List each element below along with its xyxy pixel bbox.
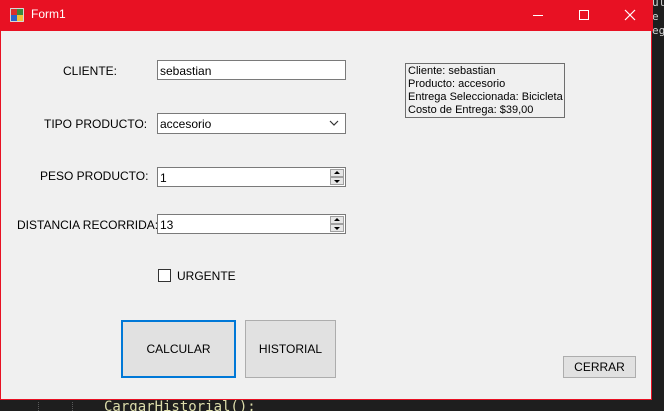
result-line-costo: Costo de Entrega: $39,00 (408, 104, 534, 116)
chevron-down-icon (329, 120, 339, 126)
editor-indent-guide (72, 402, 74, 411)
result-line-cliente: Cliente: sebastian (408, 65, 496, 77)
background-editor-edge: ulL e eg (652, 0, 664, 411)
stepper-down-button[interactable] (330, 224, 344, 232)
result-line-entrega: Entrega Seleccionada: Bicicleta (408, 91, 563, 103)
peso-producto-label: PESO PRODUCTO: (40, 169, 149, 183)
form-window: Form1 CLIENTE: sebastian TIPO PRODUCTO: … (0, 0, 653, 400)
result-line-producto: Producto: accesorio (408, 78, 506, 90)
maximize-button[interactable] (561, 0, 607, 31)
peso-producto-stepper[interactable]: 1 (157, 167, 346, 187)
close-button[interactable] (607, 0, 653, 31)
urgente-checkbox[interactable] (158, 269, 171, 282)
urgente-label[interactable]: URGENTE (177, 269, 236, 283)
cliente-label: CLIENTE: (63, 64, 118, 78)
editor-code-line: CargarHistorial(); (104, 400, 256, 411)
editor-text-line: e (652, 10, 659, 23)
distancia-value: 13 (160, 218, 174, 232)
stepper-up-button[interactable] (330, 216, 344, 224)
title-bar[interactable]: Form1 (1, 0, 653, 31)
stepper-down-button[interactable] (330, 177, 344, 185)
background-editor-bottom: CargarHistorial(); (0, 400, 652, 411)
distancia-label: DISTANCIA RECORRIDA: (17, 218, 159, 232)
close-icon (624, 9, 636, 21)
calcular-button[interactable]: CALCULAR (121, 320, 236, 378)
peso-producto-value: 1 (160, 171, 167, 185)
tipo-producto-select[interactable]: accesorio (157, 113, 346, 134)
editor-text-line: eg (652, 24, 664, 37)
minimize-button[interactable] (515, 0, 561, 31)
window-title: Form1 (31, 7, 66, 21)
cliente-input[interactable]: sebastian (157, 60, 346, 80)
app-icon (10, 8, 24, 22)
stepper-up-button[interactable] (330, 169, 344, 177)
tipo-producto-label: TIPO PRODUCTO: (44, 117, 148, 131)
editor-indent-guide (38, 402, 40, 411)
result-summary: Cliente: sebastian Producto: accesorio E… (405, 63, 565, 118)
cerrar-button[interactable]: CERRAR (563, 356, 636, 378)
tipo-producto-value: accesorio (160, 117, 212, 131)
historial-button[interactable]: HISTORIAL (245, 320, 336, 378)
editor-text-line: ulL (652, 0, 664, 9)
distancia-stepper[interactable]: 13 (157, 214, 346, 234)
